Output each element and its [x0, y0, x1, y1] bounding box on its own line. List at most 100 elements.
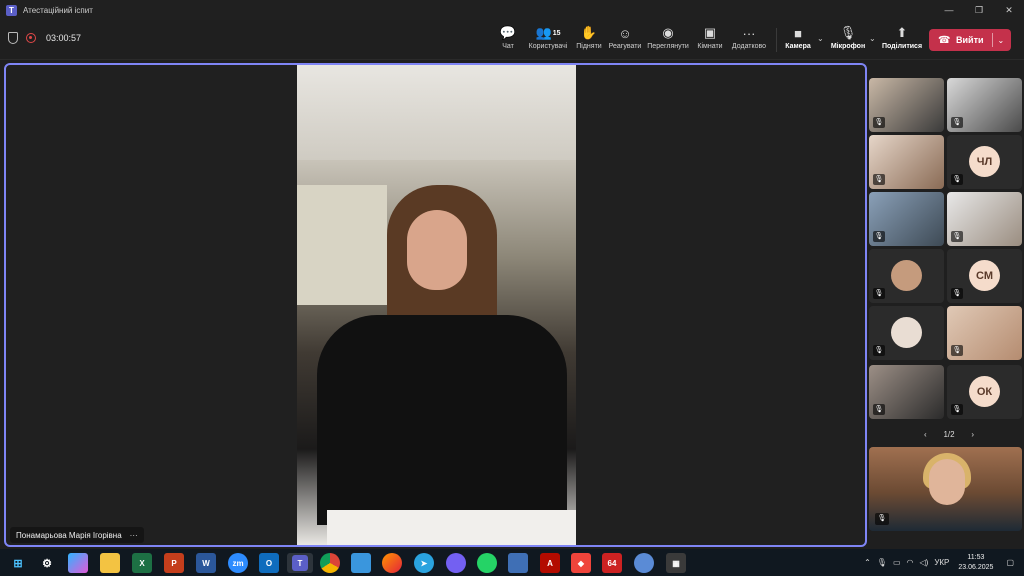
more-label: Додатково	[731, 43, 767, 50]
excel-icon[interactable]: X	[132, 553, 152, 573]
chevron-up-icon[interactable]: ⌃	[864, 558, 871, 567]
copilot-icon[interactable]	[68, 553, 88, 573]
leave-options-chevron-icon[interactable]: ⌄	[998, 36, 1005, 45]
clock[interactable]: 11:53 23.06.2025	[958, 553, 993, 573]
participant-tile[interactable]: ЧЛ 🎙	[947, 135, 1022, 189]
camera-icon: ■	[794, 25, 802, 41]
rooms-label: Кімнати	[697, 43, 723, 50]
participant-tile[interactable]: 🎙	[869, 306, 944, 360]
mic-off-icon: 🎙	[839, 25, 857, 40]
participant-tile[interactable]: 🎙	[947, 306, 1022, 360]
pager-next-chevron-icon[interactable]: ›	[971, 430, 974, 439]
speaker-clothing	[317, 315, 567, 525]
camera-options-chevron-icon[interactable]: ⌄	[817, 34, 824, 43]
view-button[interactable]: ◉ Переглянути	[646, 24, 690, 56]
whatsapp-icon[interactable]	[477, 553, 497, 573]
raise-hand-label: Підняти	[576, 43, 602, 50]
teams-app-icon: T	[6, 4, 17, 16]
share-label: Поділитися	[881, 43, 923, 50]
mic-muted-icon: 🎙	[951, 117, 963, 128]
toolbar-divider	[776, 28, 777, 52]
gallery-pager: ‹ 1/2 ›	[924, 428, 974, 440]
window-controls: — ❐ ✕	[934, 0, 1024, 20]
video-background-ceiling	[297, 65, 576, 160]
video-background-cabinet	[297, 185, 387, 305]
more-button[interactable]: ··· Додатково	[729, 24, 769, 56]
shield-icon[interactable]	[8, 32, 18, 44]
self-view-tile[interactable]: 🎙	[869, 447, 1022, 531]
leave-button[interactable]: ☎ Вийти ⌄	[929, 29, 1011, 51]
speaker-video[interactable]	[297, 65, 576, 545]
participant-tile[interactable]: 🎙	[869, 135, 944, 189]
mic-muted-icon: 🎙	[873, 231, 885, 242]
app-64-icon[interactable]: 64	[602, 553, 622, 573]
notifications-icon[interactable]: ▢	[1006, 558, 1014, 567]
window-title: Атестаційний іспит	[23, 5, 93, 15]
share-button[interactable]: ⬆ Поділитися	[882, 24, 922, 56]
camera-label: Камера	[785, 43, 811, 50]
react-label: Реагувати	[608, 43, 642, 50]
firefox-icon[interactable]	[382, 553, 402, 573]
outlook-icon[interactable]: O	[259, 553, 279, 573]
raise-hand-button[interactable]: ✋ Підняти	[574, 24, 604, 56]
participant-tile[interactable]: 🎙	[869, 249, 944, 303]
teams-icon[interactable]: T	[287, 553, 313, 573]
participant-tile[interactable]: 🎙	[947, 192, 1022, 246]
photos-icon[interactable]	[351, 553, 371, 573]
avatar-photo	[891, 317, 922, 348]
start-icon[interactable]: ⊞	[8, 553, 28, 573]
participant-tile[interactable]: ОК 🎙	[947, 365, 1022, 419]
keyboard-language[interactable]: УКР	[934, 558, 949, 567]
speaker-face	[407, 210, 467, 290]
people-button[interactable]: 👥 15 Користувачі	[527, 24, 569, 56]
mic-muted-icon: 🎙	[951, 174, 963, 185]
close-button[interactable]: ✕	[994, 0, 1024, 20]
rooms-button[interactable]: ▣ Кімнати	[695, 24, 725, 56]
speaker-name: Понамарьова Марія Ігорівна	[16, 530, 122, 540]
volume-icon[interactable]: ◁)	[919, 558, 928, 567]
participant-more-icon[interactable]: ···	[130, 531, 138, 540]
minimize-button[interactable]: —	[934, 0, 964, 20]
powerpoint-icon[interactable]: P	[164, 553, 184, 573]
camera-button[interactable]: ■ Камера	[784, 24, 812, 56]
acrobat-icon[interactable]: A	[540, 553, 560, 573]
viber-icon[interactable]	[446, 553, 466, 573]
chat-button[interactable]: 💬 Чат	[497, 24, 519, 56]
calculator-icon[interactable]: ▦	[666, 553, 686, 573]
maximize-button[interactable]: ❐	[964, 0, 994, 20]
meeting-timer: 03:00:57	[46, 33, 82, 43]
microphone-label: Мікрофон	[830, 43, 866, 50]
zoom-icon[interactable]: zm	[228, 553, 248, 573]
rooms-icon: ▣	[703, 25, 717, 40]
title-bar: T Атестаційний іспит — ❐ ✕	[0, 0, 1024, 20]
clock-time: 11:53	[967, 553, 985, 561]
file-explorer-icon[interactable]	[100, 553, 120, 573]
mic-options-chevron-icon[interactable]: ⌄	[869, 34, 876, 43]
participant-tile[interactable]: СМ 🎙	[947, 249, 1022, 303]
telegram-icon[interactable]: ➤	[414, 553, 434, 573]
microphone-tray-icon[interactable]: 🎙	[877, 558, 887, 567]
participant-tile[interactable]: 🎙	[869, 78, 944, 132]
battery-icon[interactable]: ▭	[893, 558, 901, 567]
participant-tile[interactable]: 🎙	[869, 365, 944, 419]
react-button[interactable]: ☺ Реагувати	[607, 24, 643, 56]
mic-muted-icon: 🎙	[951, 288, 963, 299]
recording-icon[interactable]	[26, 33, 36, 43]
pager-prev-chevron-icon[interactable]: ‹	[924, 430, 927, 439]
mic-muted-icon: 🎙	[873, 288, 885, 299]
settings-icon[interactable]: ⚙	[37, 553, 57, 573]
wifi-icon[interactable]: ◠	[907, 558, 914, 567]
mic-muted-icon: 🎙	[951, 231, 963, 242]
speaker-name-tag[interactable]: Понамарьова Марія Ігорівна ···	[10, 527, 144, 543]
avatar-photo	[891, 260, 922, 291]
participant-tile[interactable]: 🎙	[947, 78, 1022, 132]
participant-count: 15	[552, 29, 561, 37]
anydesk-icon[interactable]: ◆	[571, 553, 591, 573]
chrome-icon[interactable]	[320, 553, 340, 573]
meeting-status: 03:00:57	[8, 32, 81, 44]
microphone-button[interactable]: 🎙 Мікрофон	[830, 24, 866, 56]
paint-icon[interactable]	[634, 553, 654, 573]
participant-tile[interactable]: 🎙	[869, 192, 944, 246]
save-disk-icon[interactable]	[508, 553, 528, 573]
word-icon[interactable]: W	[196, 553, 216, 573]
